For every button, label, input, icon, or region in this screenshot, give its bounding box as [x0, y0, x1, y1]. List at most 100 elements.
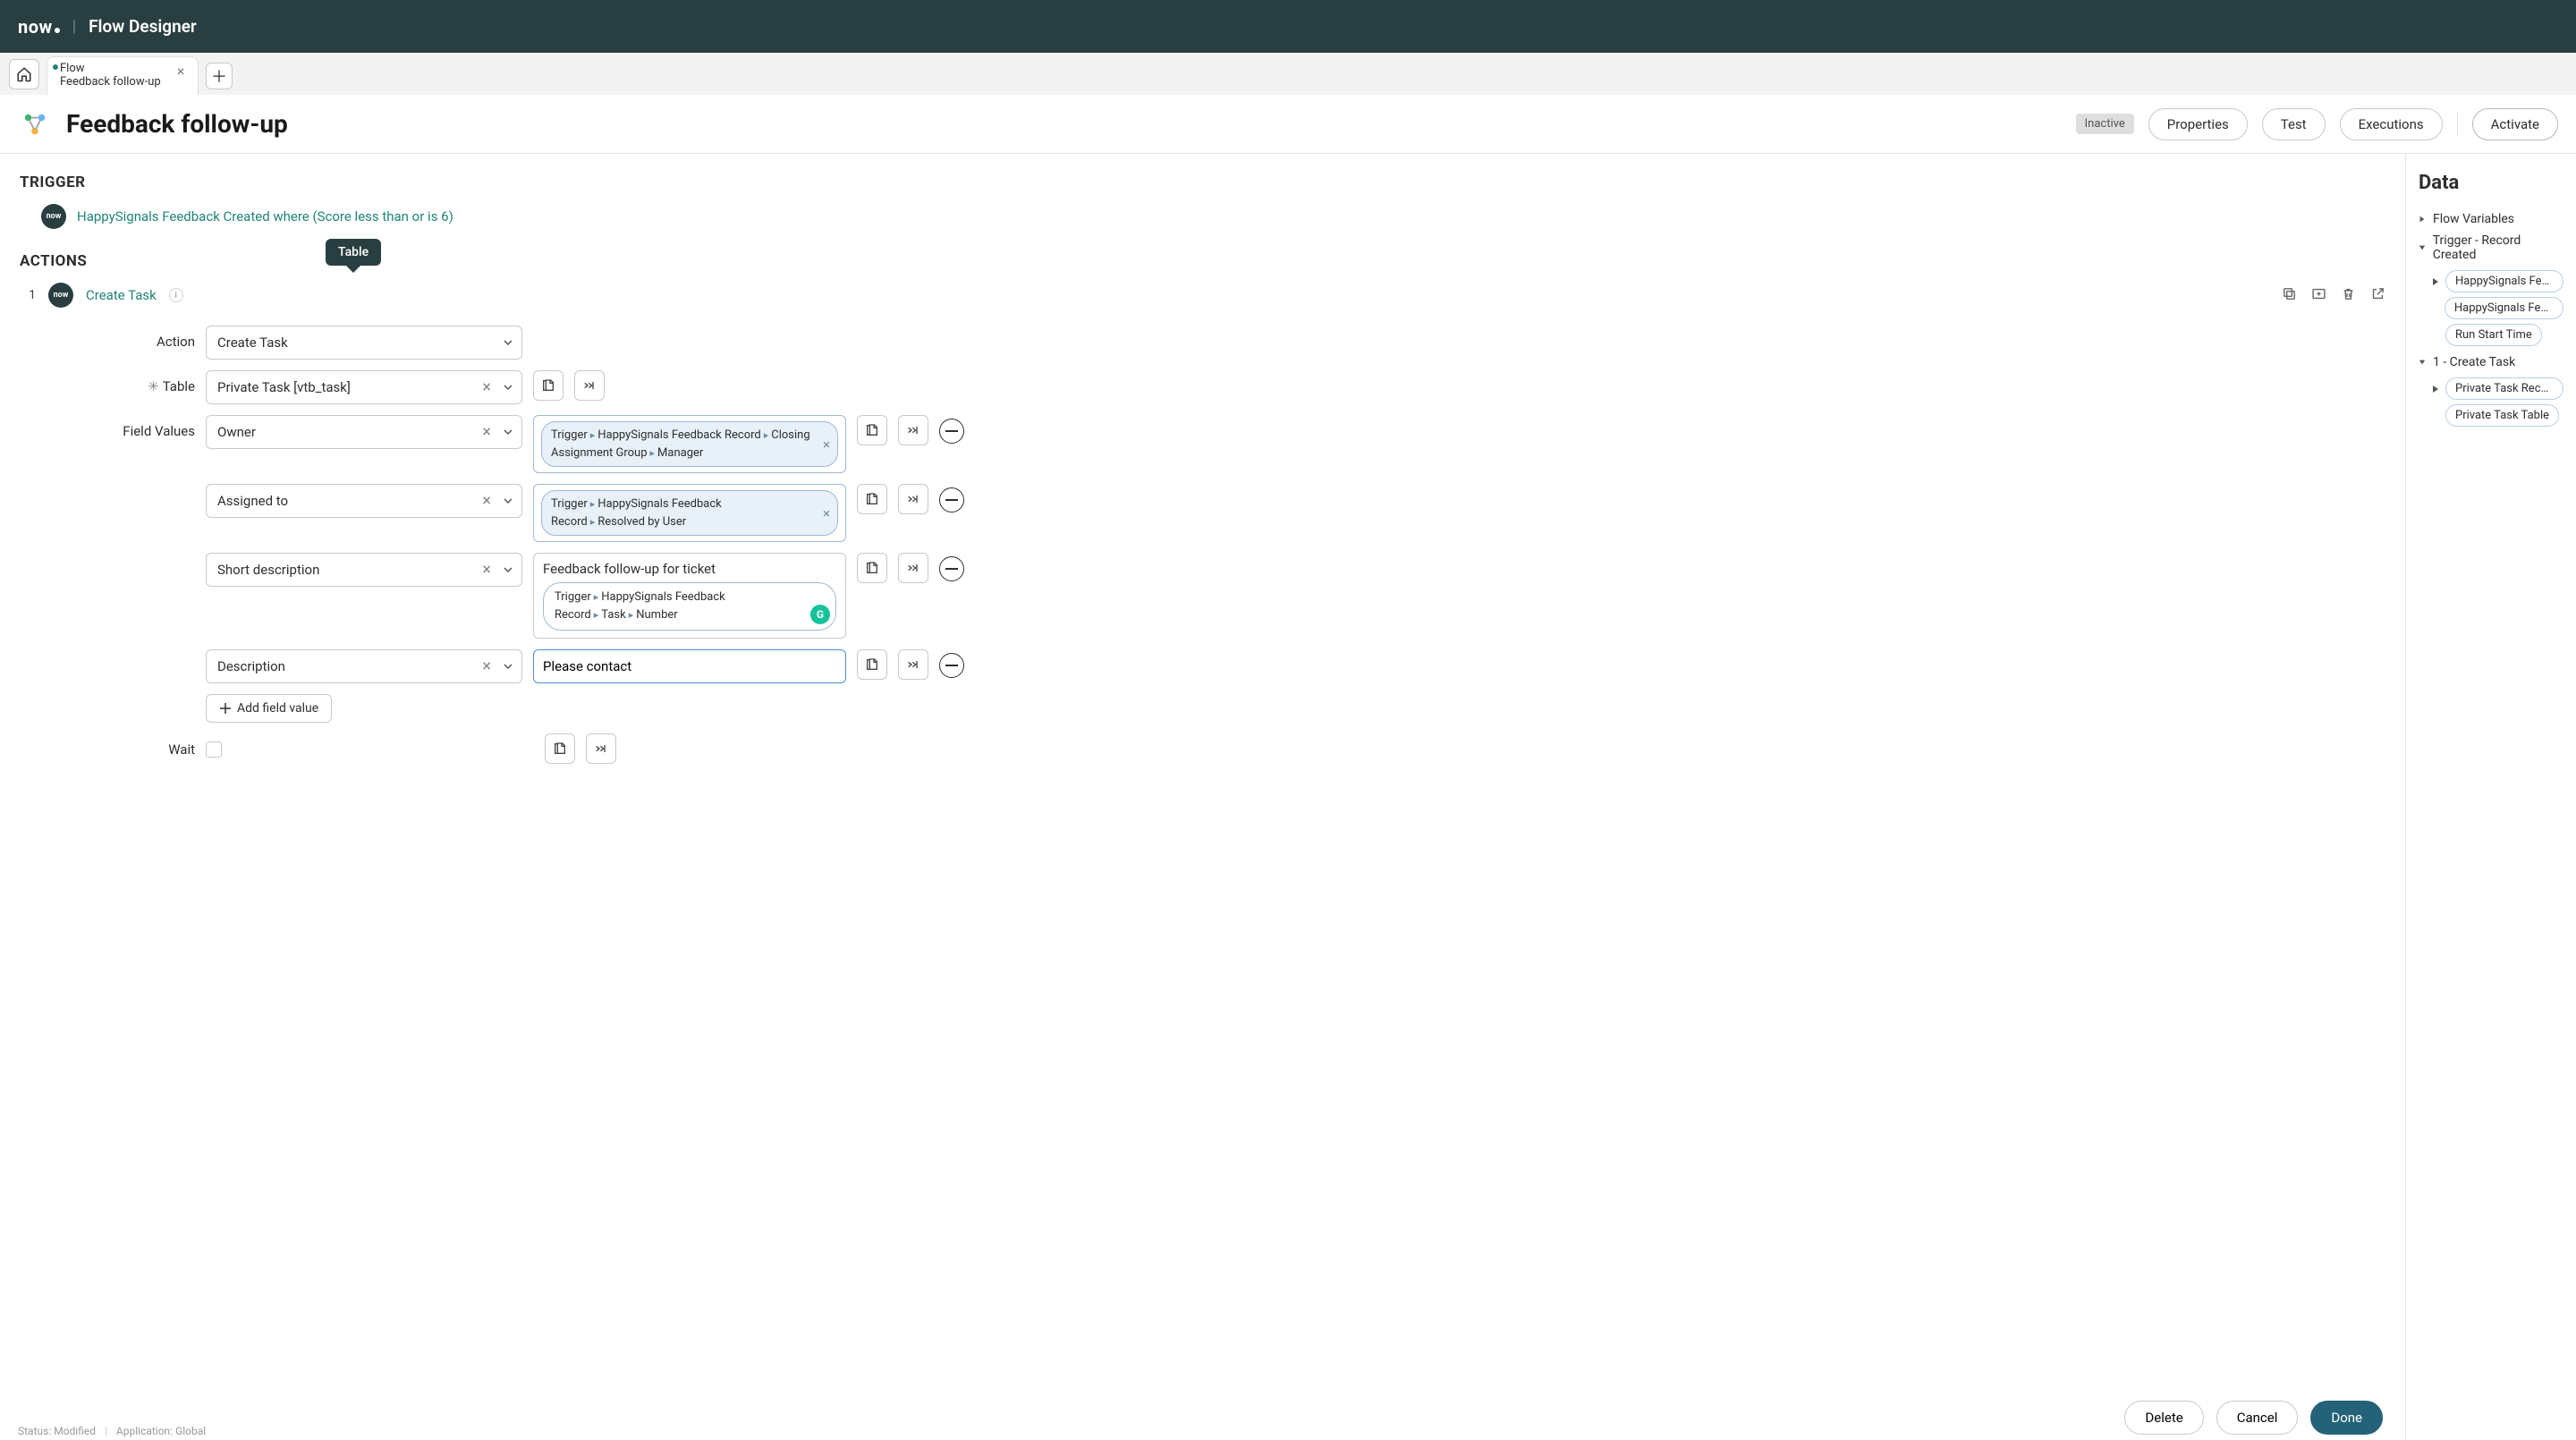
- script-icon[interactable]: [857, 484, 887, 514]
- clear-icon[interactable]: ×: [482, 561, 491, 580]
- action-toolbar: [2282, 286, 2385, 305]
- remove-row-button[interactable]: [939, 487, 964, 512]
- remove-row-button[interactable]: [939, 653, 964, 678]
- value-owner[interactable]: Trigger▸HappySignals Feedback Record▸Clo…: [533, 415, 846, 473]
- action-select[interactable]: Create Task: [206, 326, 522, 360]
- data-panel: Data Flow Variables Trigger - Record Cre…: [2406, 154, 2576, 1440]
- main-area: TRIGGER now HappySignals Feedback Create…: [0, 154, 2576, 1440]
- flow-canvas: TRIGGER now HappySignals Feedback Create…: [0, 154, 2406, 1440]
- action-name-link[interactable]: Create Task: [86, 287, 157, 303]
- value-description-input[interactable]: [533, 649, 846, 683]
- data-pill-picker-icon[interactable]: [898, 553, 928, 583]
- clear-icon[interactable]: ×: [482, 492, 491, 511]
- trigger-row[interactable]: now HappySignals Feedback Created where …: [41, 204, 2385, 229]
- field-select-owner[interactable]: Owner ×: [206, 415, 522, 449]
- data-pill[interactable]: Trigger▸HappySignals Feedback Record▸Tas…: [543, 582, 836, 631]
- script-icon[interactable]: [545, 733, 575, 764]
- chevron-down-icon: [504, 562, 513, 578]
- footer-buttons: Delete Cancel Done: [2124, 1401, 2383, 1435]
- script-icon[interactable]: [857, 415, 887, 445]
- field-select-description[interactable]: Description ×: [206, 649, 522, 683]
- data-pill-item[interactable]: HappySignals Feedba: [2445, 270, 2563, 292]
- field-select-assigned-to[interactable]: Assigned to ×: [206, 484, 522, 518]
- delete-icon[interactable]: [2341, 286, 2356, 305]
- open-icon[interactable]: [2370, 286, 2385, 305]
- page-header: Feedback follow-up Inactive Properties T…: [0, 95, 2576, 154]
- label-table: ✳Table: [97, 370, 195, 394]
- header-divider: [2457, 112, 2458, 137]
- data-pill-picker-icon[interactable]: [586, 733, 616, 764]
- nav-separator: |: [72, 17, 76, 36]
- data-pill[interactable]: Trigger▸HappySignals Feedback Record▸Clo…: [541, 421, 838, 467]
- add-field-value-button[interactable]: Add field value: [206, 694, 332, 723]
- script-icon[interactable]: [533, 370, 564, 401]
- clear-icon[interactable]: ×: [482, 657, 491, 676]
- wait-checkbox[interactable]: [206, 741, 222, 758]
- chevron-down-icon: [504, 424, 513, 440]
- trigger-section-label: TRIGGER: [20, 174, 2385, 191]
- properties-button[interactable]: Properties: [2148, 108, 2248, 140]
- executions-button[interactable]: Executions: [2340, 108, 2443, 140]
- now-badge-icon: now: [41, 204, 66, 229]
- data-pill-picker-icon[interactable]: [574, 370, 605, 401]
- script-icon[interactable]: [857, 649, 887, 680]
- tab-title: Feedback follow-up: [60, 76, 161, 89]
- brand-logo: now: [18, 16, 60, 38]
- activate-button[interactable]: Activate: [2472, 108, 2558, 140]
- remove-row-button[interactable]: [939, 556, 964, 581]
- add-tab-button[interactable]: ＋: [206, 63, 233, 89]
- remove-pill-icon[interactable]: ×: [823, 503, 830, 523]
- data-pill-picker-icon[interactable]: [898, 484, 928, 514]
- clear-icon[interactable]: ×: [482, 378, 491, 397]
- remove-row-button[interactable]: [939, 419, 964, 444]
- status-badge: Inactive: [2076, 114, 2134, 134]
- delete-button[interactable]: Delete: [2124, 1401, 2203, 1435]
- test-button[interactable]: Test: [2262, 108, 2326, 140]
- tab-flow[interactable]: Flow Feedback follow-up ×: [47, 56, 199, 95]
- status-line: Status: Modified|Application: Global: [18, 1422, 206, 1440]
- clear-icon[interactable]: ×: [482, 423, 491, 442]
- info-icon[interactable]: i: [169, 288, 183, 302]
- grammarly-icon: G: [810, 605, 830, 624]
- done-button[interactable]: Done: [2310, 1401, 2383, 1435]
- value-short-desc[interactable]: Feedback follow-up for ticket Trigger▸Ha…: [533, 553, 846, 639]
- script-icon[interactable]: [857, 553, 887, 583]
- chevron-down-icon: [504, 493, 513, 509]
- data-pill[interactable]: Trigger▸HappySignals Feedback Record▸Res…: [541, 490, 838, 536]
- data-pill-item[interactable]: Private Task Table: [2445, 404, 2559, 427]
- chevron-down-icon: [504, 658, 513, 674]
- top-nav: now | Flow Designer: [0, 0, 2576, 53]
- remove-pill-icon[interactable]: ×: [823, 434, 830, 454]
- short-desc-text: Feedback follow-up for ticket: [543, 561, 836, 577]
- close-tab-icon[interactable]: ×: [173, 63, 189, 79]
- data-pill-item[interactable]: Private Task Record: [2445, 377, 2563, 400]
- flow-icon: [18, 107, 52, 141]
- table-select[interactable]: Private Task [vtb_task] ×: [206, 370, 522, 404]
- chevron-down-icon: [504, 335, 513, 351]
- field-select-short-desc[interactable]: Short description ×: [206, 553, 522, 587]
- tree-trigger[interactable]: Trigger - Record Created: [2419, 230, 2563, 266]
- step-index: 1: [25, 288, 36, 302]
- data-pill-item[interactable]: Run Start Time: [2445, 324, 2542, 346]
- table-tooltip: Table: [326, 239, 381, 266]
- now-badge-icon: now: [48, 283, 73, 308]
- data-panel-title: Data: [2419, 172, 2563, 194]
- cancel-button[interactable]: Cancel: [2216, 1401, 2299, 1435]
- value-assigned-to[interactable]: Trigger▸HappySignals Feedback Record▸Res…: [533, 484, 846, 542]
- data-pill-picker-icon[interactable]: [898, 415, 928, 445]
- copy-icon[interactable]: [2282, 286, 2297, 305]
- trigger-summary[interactable]: HappySignals Feedback Created where (Sco…: [77, 208, 453, 224]
- chevron-down-icon: [504, 379, 513, 395]
- tree-flow-variables[interactable]: Flow Variables: [2419, 208, 2563, 230]
- label-action: Action: [97, 326, 195, 350]
- data-pill-item[interactable]: HappySignals Feedba: [2445, 297, 2563, 319]
- action-form: Action Create Task ✳Table Private Task […: [97, 326, 2385, 764]
- insert-icon[interactable]: [2311, 286, 2326, 305]
- product-name: Flow Designer: [89, 16, 197, 37]
- tab-type: Flow: [60, 63, 161, 76]
- description-text-input[interactable]: [543, 658, 836, 674]
- label-field-values: Field Values: [97, 415, 195, 439]
- home-button[interactable]: [9, 59, 39, 89]
- data-pill-picker-icon[interactable]: [898, 649, 928, 680]
- tree-create-task[interactable]: 1 - Create Task: [2419, 352, 2563, 373]
